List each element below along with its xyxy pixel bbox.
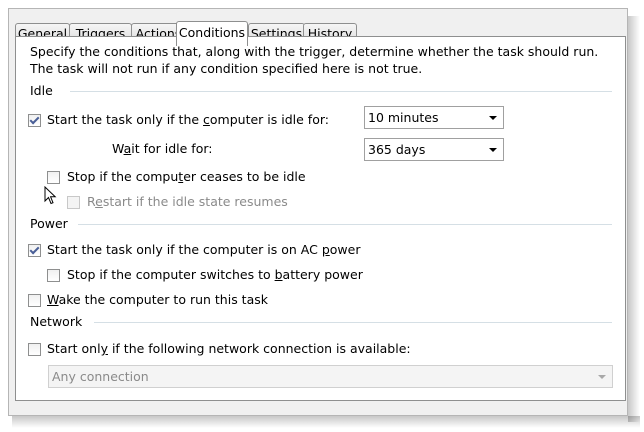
network-section-label: Network: [30, 314, 83, 329]
idle-duration-dropdown[interactable]: 10 minutes: [364, 106, 504, 129]
idle-section-label: Idle: [30, 83, 53, 98]
network-separator: [94, 322, 612, 323]
wait-duration-value: 365 days: [368, 142, 426, 157]
chevron-down-icon: [489, 116, 497, 120]
stop-if-not-idle-checkbox[interactable]: [47, 171, 60, 184]
power-section-label: Power: [30, 216, 68, 231]
window-shadow-bottom: [12, 416, 640, 428]
battery-stop-label[interactable]: Stop if the computer switches to battery…: [67, 267, 363, 283]
battery-stop-checkbox[interactable]: [47, 269, 60, 282]
idle-duration-value: 10 minutes: [368, 110, 439, 125]
power-separator: [78, 224, 612, 225]
start-if-idle-label[interactable]: Start the task only if the computer is i…: [47, 112, 329, 128]
start-if-idle-checkbox[interactable]: [28, 114, 41, 127]
conditions-panel: Specify the conditions that, along with …: [15, 36, 626, 401]
conditions-description: Specify the conditions that, along with …: [30, 44, 599, 76]
ac-power-checkbox[interactable]: [28, 244, 41, 257]
network-condition-checkbox[interactable]: [28, 343, 41, 356]
stop-if-not-idle-label[interactable]: Stop if the computer ceases to be idle: [67, 169, 306, 185]
idle-separator: [70, 91, 612, 92]
tab-conditions[interactable]: Conditions: [176, 21, 248, 46]
window-shadow-right: [628, 16, 640, 422]
wake-computer-checkbox[interactable]: [28, 294, 41, 307]
network-condition-label[interactable]: Start only if the following network conn…: [47, 341, 411, 357]
network-connection-dropdown[interactable]: Any connection: [48, 365, 613, 388]
restart-if-idle-checkbox[interactable]: [67, 196, 80, 209]
wait-duration-dropdown[interactable]: 365 days: [364, 138, 504, 161]
chevron-down-icon: [489, 148, 497, 152]
chevron-down-icon: [598, 375, 606, 379]
network-connection-value: Any connection: [52, 369, 149, 384]
wait-for-idle-label: Wait for idle for:: [112, 141, 213, 156]
mouse-cursor-icon: [44, 186, 57, 205]
wake-computer-label[interactable]: Wake the computer to run this task: [47, 292, 268, 308]
restart-if-idle-label[interactable]: Restart if the idle state resumes: [87, 194, 288, 210]
ac-power-label[interactable]: Start the task only if the computer is o…: [47, 242, 360, 258]
